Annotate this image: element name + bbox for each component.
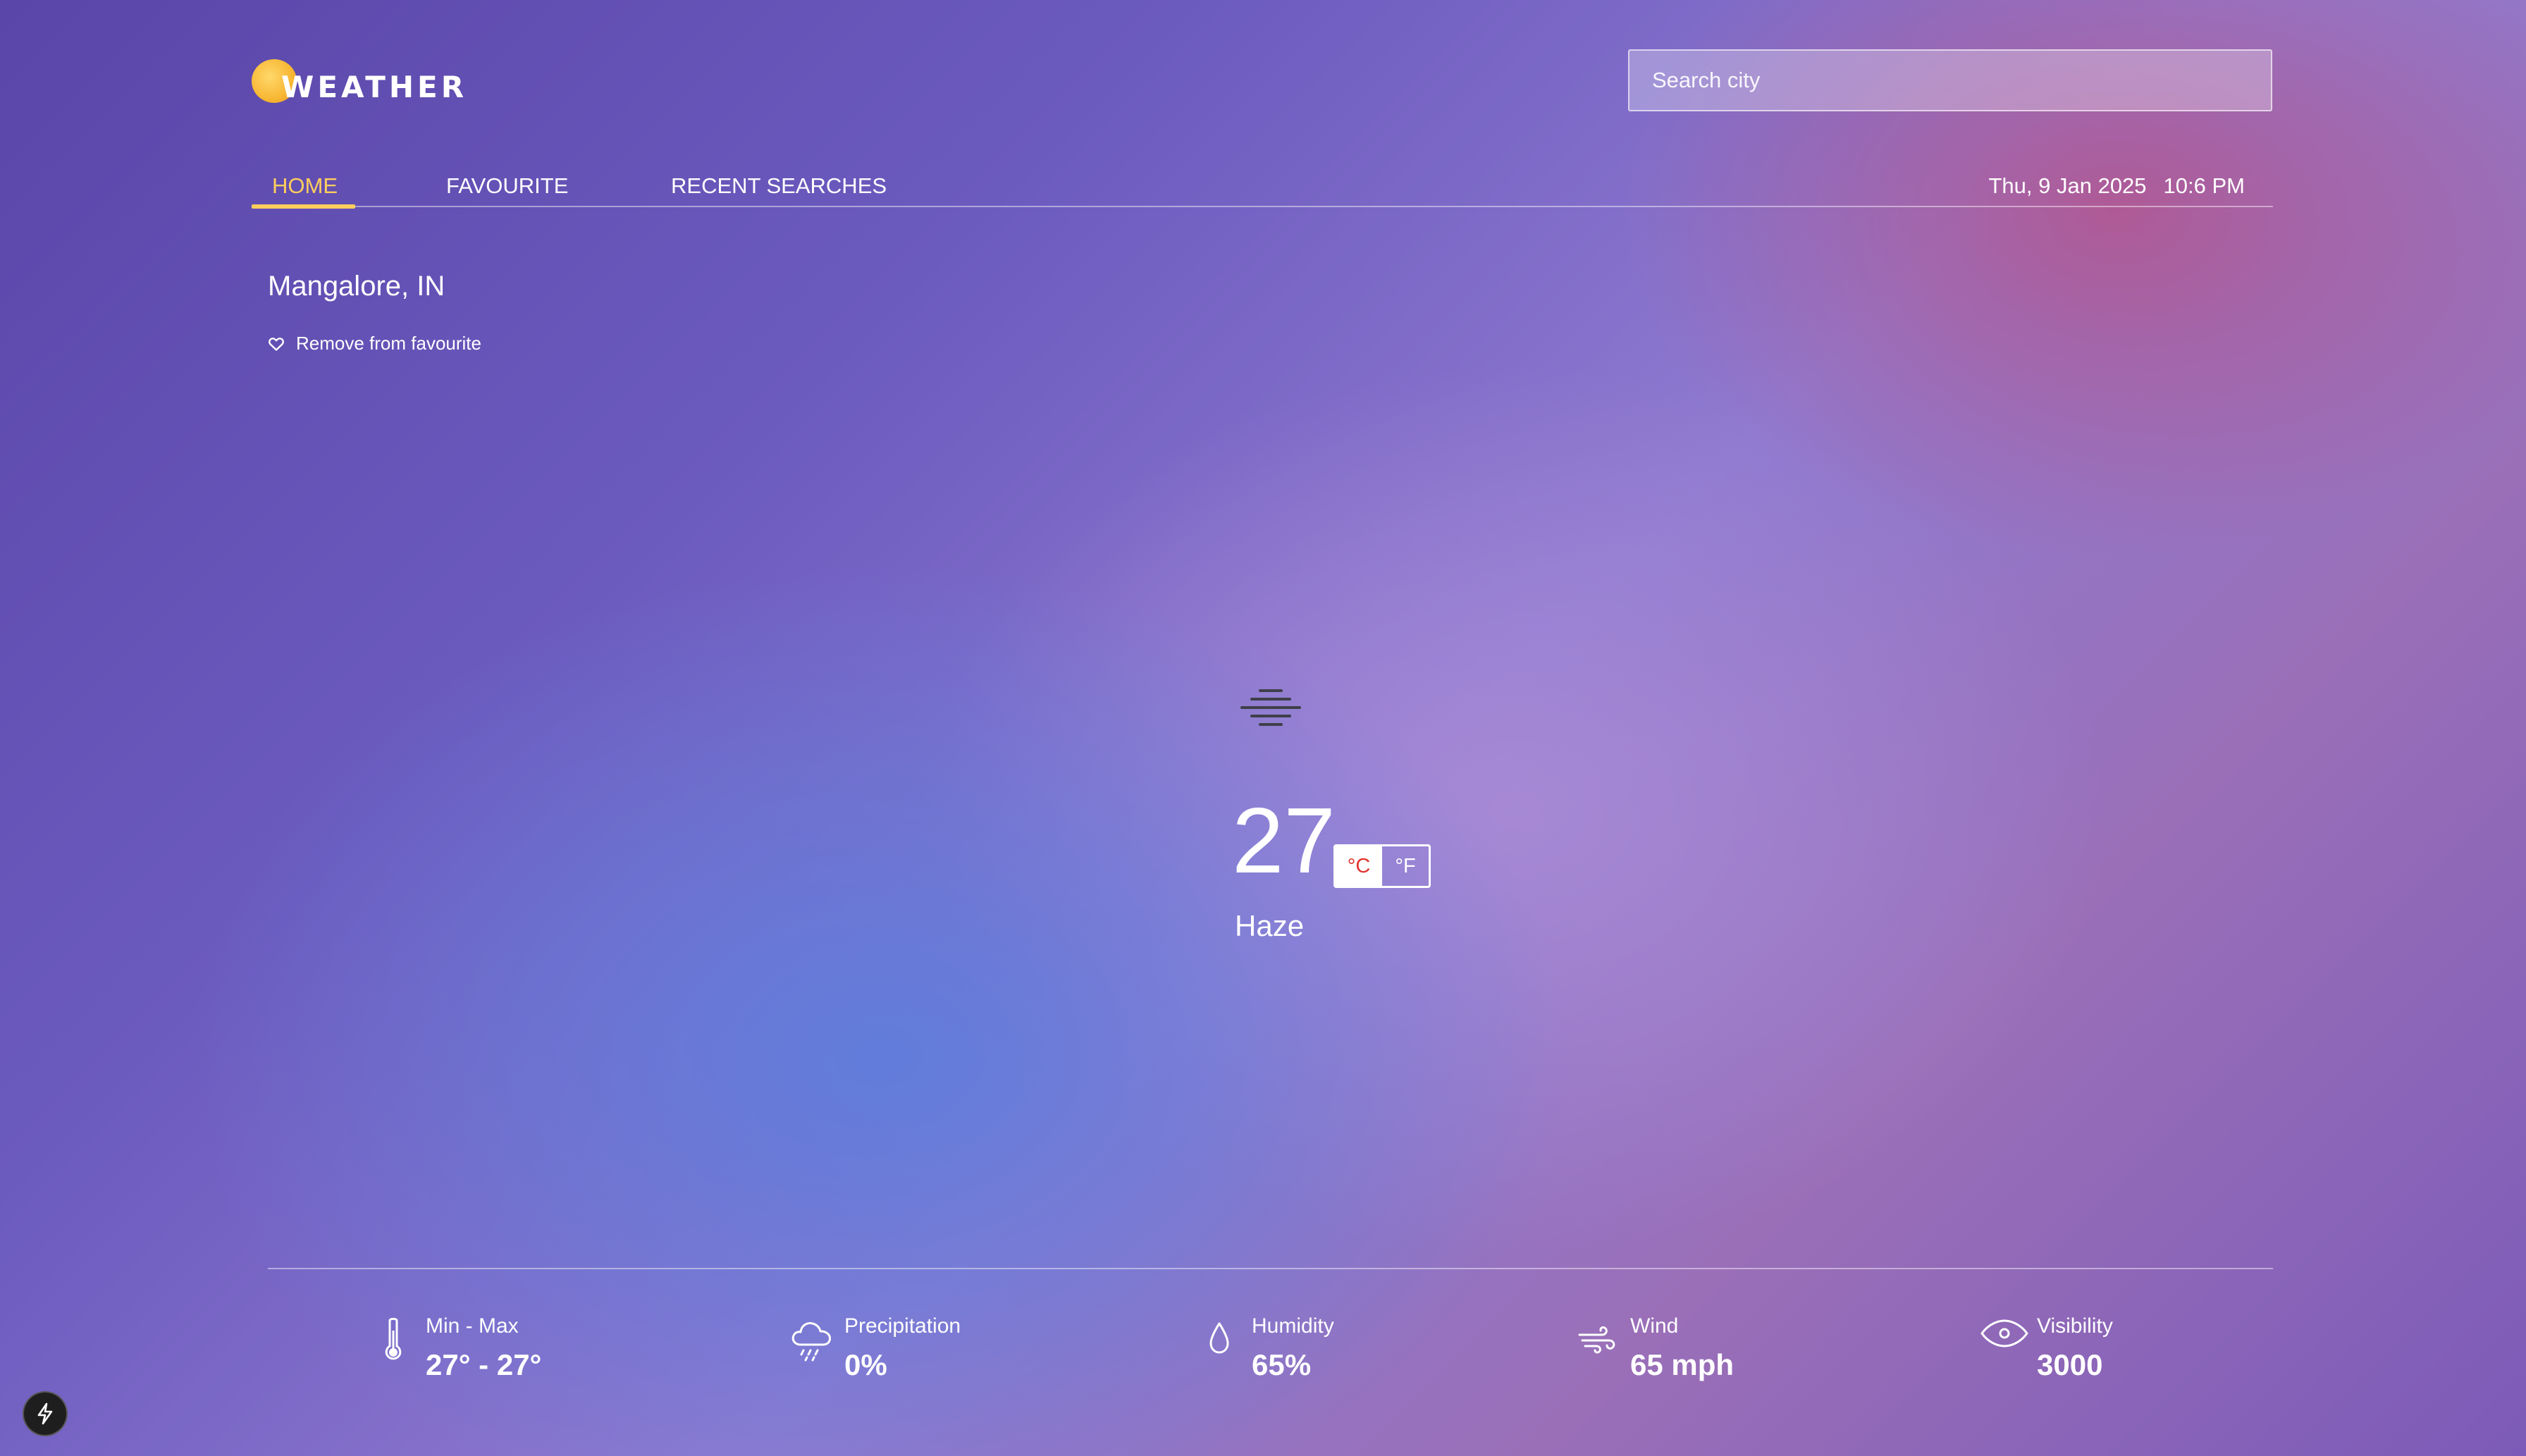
stat-wind: Wind 65 mph (1572, 1314, 1734, 1383)
stat-visibility: Visibility 3000 (1979, 1314, 2113, 1383)
stat-value: 3000 (2037, 1348, 2103, 1381)
tab-home[interactable]: HOME (272, 173, 338, 199)
current-time: 10:6 PM (2163, 173, 2245, 198)
stat-min-max: Min - Max 27° - 27° (368, 1314, 541, 1383)
stat-label: Wind (1630, 1314, 1679, 1338)
temperature-value: 27 (1232, 789, 1336, 892)
thermometer-icon (385, 1317, 402, 1360)
current-date: Thu, 9 Jan 2025 (1988, 173, 2147, 198)
current-datetime: Thu, 9 Jan 2025 10:6 PM (1988, 173, 2245, 199)
stats-divider (268, 1268, 2273, 1269)
location-name: Mangalore, IN (268, 271, 445, 302)
search-input[interactable] (1651, 67, 2250, 94)
tab-recent-searches-label: RECENT SEARCHES (671, 173, 887, 198)
unit-toggle: °C °F (1333, 844, 1431, 888)
droplet-icon (1209, 1322, 1229, 1354)
stat-label: Min - Max (426, 1314, 519, 1338)
rain-cloud-icon (791, 1322, 831, 1362)
logo-text: WEATHER (281, 69, 468, 104)
haze-icon (1240, 689, 1301, 726)
tab-favourite-label: FAVOURITE (446, 173, 569, 198)
lightning-icon (37, 1402, 53, 1425)
stat-value: 65 mph (1630, 1348, 1735, 1381)
tab-home-label: HOME (272, 173, 338, 198)
stat-precipitation: Precipitation 0% (787, 1314, 961, 1383)
stat-value: 65% (1252, 1348, 1312, 1381)
active-tab-indicator (252, 204, 355, 209)
dev-tools-badge[interactable] (23, 1391, 68, 1436)
stat-humidity: Humidity 65% (1194, 1314, 1334, 1383)
tab-favourite[interactable]: FAVOURITE (446, 173, 568, 199)
app-logo[interactable]: WEATHER (252, 59, 467, 104)
stat-label: Precipitation (844, 1314, 961, 1338)
stat-value: 0% (844, 1348, 887, 1381)
tab-recent-searches[interactable]: RECENT SEARCHES (671, 173, 887, 199)
celsius-button[interactable]: °C (1336, 846, 1382, 886)
remove-favourite-label: Remove from favourite (296, 333, 481, 354)
fahrenheit-button[interactable]: °F (1382, 846, 1429, 886)
search-box[interactable] (1628, 49, 2272, 111)
wind-icon (1578, 1326, 1615, 1354)
heart-icon (269, 337, 284, 351)
eye-icon (1980, 1319, 2028, 1347)
nav-bar: HOME FAVOURITE RECENT SEARCHES Thu, 9 Ja… (252, 166, 2273, 209)
stat-label: Humidity (1252, 1314, 1334, 1338)
stat-label: Visibility (2037, 1314, 2113, 1338)
condition-text: Haze (1235, 909, 1305, 942)
stat-value: 27° - 27° (426, 1348, 542, 1381)
remove-favourite-button[interactable]: Remove from favourite (268, 333, 481, 354)
